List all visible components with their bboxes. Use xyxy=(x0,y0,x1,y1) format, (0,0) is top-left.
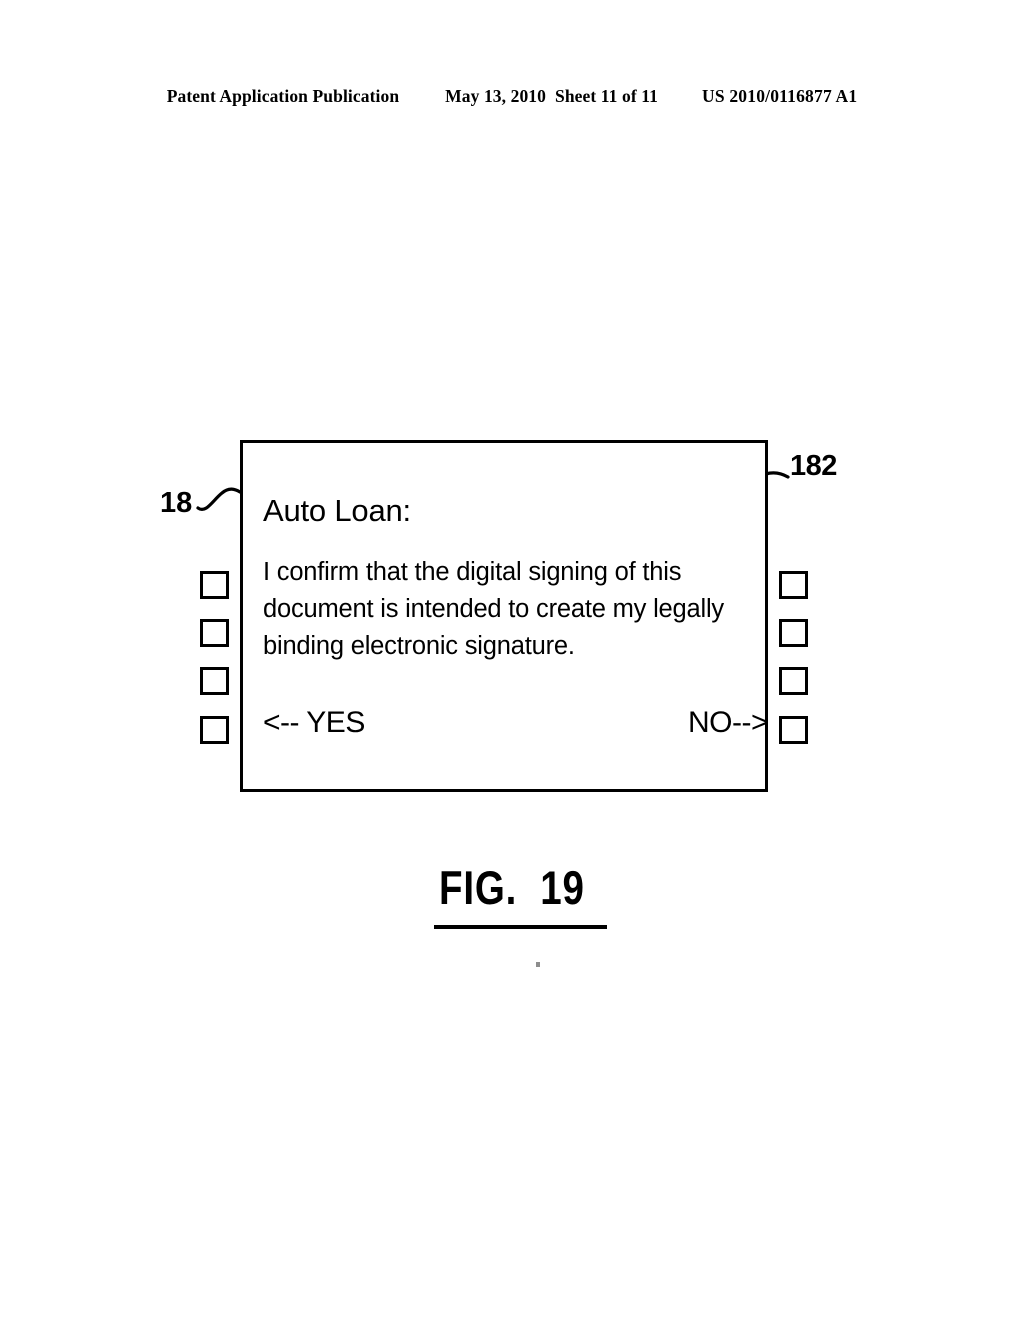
no-option-label[interactable]: NO--> xyxy=(688,706,769,740)
leader-line-18 xyxy=(196,487,242,511)
scan-artifact-speck xyxy=(536,962,540,967)
right-hardware-button-1[interactable] xyxy=(779,571,808,599)
left-hardware-button-3[interactable] xyxy=(200,667,229,695)
left-hardware-button-1[interactable] xyxy=(200,571,229,599)
right-hardware-button-4[interactable] xyxy=(779,716,808,744)
screen-body-text: I confirm that the digital signing of th… xyxy=(263,558,724,660)
screen-title: Auto Loan: xyxy=(263,493,411,528)
left-hardware-button-4[interactable] xyxy=(200,716,229,744)
figure-caption-underline xyxy=(434,925,607,929)
yes-option-label[interactable]: <-- YES xyxy=(263,706,365,740)
reference-numeral-182: 182 xyxy=(790,450,837,482)
left-button-column xyxy=(200,571,230,747)
right-hardware-button-3[interactable] xyxy=(779,667,808,695)
figure-caption-wrap: FIG. 19 xyxy=(0,862,1024,914)
right-hardware-button-2[interactable] xyxy=(779,619,808,647)
right-button-column xyxy=(779,571,809,747)
reference-numeral-18: 18 xyxy=(160,487,193,519)
figure-caption: FIG. 19 xyxy=(439,861,585,914)
screen-action-row: <-- YES NO--> xyxy=(263,706,769,740)
left-hardware-button-2[interactable] xyxy=(200,619,229,647)
device-screen: Auto Loan: I confirm that the digital si… xyxy=(263,492,769,748)
figure-19: Auto Loan: I confirm that the digital si… xyxy=(0,0,1024,1320)
